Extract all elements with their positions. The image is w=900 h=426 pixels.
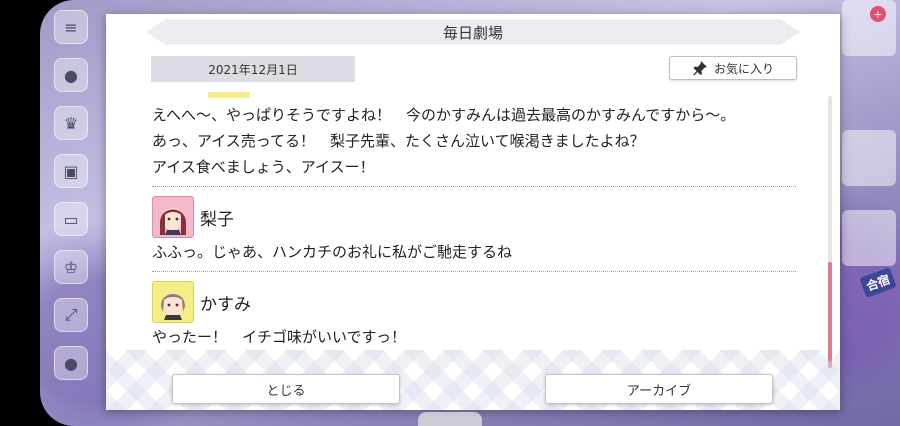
- message-divider: [152, 271, 796, 272]
- message-divider: [152, 186, 796, 187]
- message-line: アイス食べましょう、アイスー！: [152, 158, 375, 176]
- story-log[interactable]: えへへ～、やっぱりそうですよね！ 今のかすみんは過去最高のかすみんですから～。 …: [152, 92, 796, 372]
- chat-icon[interactable]: ●: [54, 58, 88, 92]
- top-right-chip[interactable]: [842, 0, 896, 56]
- favorite-button[interactable]: お気に入り: [669, 56, 797, 80]
- date-tab: 2021年12月1日: [151, 56, 355, 82]
- right-chip-2[interactable]: [842, 130, 896, 186]
- favorite-label: お気に入り: [713, 61, 774, 76]
- speaker-row: かすみ: [152, 280, 796, 324]
- speaker-row: 梨子: [152, 195, 796, 239]
- dialog-title: 毎日劇場: [146, 19, 800, 45]
- speaker-name: かすみ: [200, 294, 251, 315]
- left-menu-rail: ≡ ● ♛ ▣ ▭ ♔ ⤢ ●: [52, 10, 90, 420]
- scrollbar-track[interactable]: [828, 96, 832, 368]
- fullscreen-icon[interactable]: ⤢: [54, 298, 88, 332]
- daily-theater-dialog: 毎日劇場 2021年12月1日 お気に入り えへへ～、やっぱりそうですよね！ 今…: [106, 14, 840, 410]
- kasumi-avatar-partial: [208, 92, 250, 98]
- message-line: あっ、アイス売ってる！ 梨子先輩、たくさん泣いて喉渇きましたよね？: [152, 132, 645, 150]
- message-line: やったー！ イチゴ味がいいですっ！: [152, 328, 406, 346]
- archive-button[interactable]: アーカイブ: [545, 374, 773, 404]
- right-menu-rail: + 合宿: [840, 0, 900, 426]
- notification-badge: +: [870, 6, 886, 22]
- event-icon[interactable]: ♛: [54, 106, 88, 140]
- menu-icon[interactable]: ≡: [54, 10, 88, 44]
- right-chip-3[interactable]: [842, 210, 896, 266]
- gift-icon[interactable]: ▣: [54, 154, 88, 188]
- message-block: 梨子 ふふっ。じゃあ、ハンカチのお礼に私がご馳走するね: [152, 195, 796, 265]
- bottom-handle: [418, 412, 482, 426]
- training-camp-label[interactable]: 合宿: [859, 267, 897, 298]
- riko-avatar: [152, 196, 194, 238]
- kasumi-avatar: [152, 281, 194, 323]
- close-button[interactable]: とじる: [172, 374, 400, 404]
- message-block: かすみ やったー！ イチゴ味がいいですっ！: [152, 280, 796, 350]
- trophy-icon[interactable]: ♔: [54, 250, 88, 284]
- message-line: えへへ～、やっぱりそうですよね！ 今のかすみんは過去最高のかすみんですから～。: [152, 106, 736, 124]
- message-line: ふふっ。じゃあ、ハンカチのお礼に私がご馳走するね: [152, 243, 513, 261]
- speaker-name: 梨子: [200, 209, 234, 230]
- pin-icon: [692, 60, 708, 76]
- message-block: えへへ～、やっぱりそうですよね！ 今のかすみんは過去最高のかすみんですから～。 …: [152, 102, 796, 180]
- message-icon[interactable]: ▭: [54, 202, 88, 236]
- profile-icon[interactable]: ●: [54, 346, 88, 380]
